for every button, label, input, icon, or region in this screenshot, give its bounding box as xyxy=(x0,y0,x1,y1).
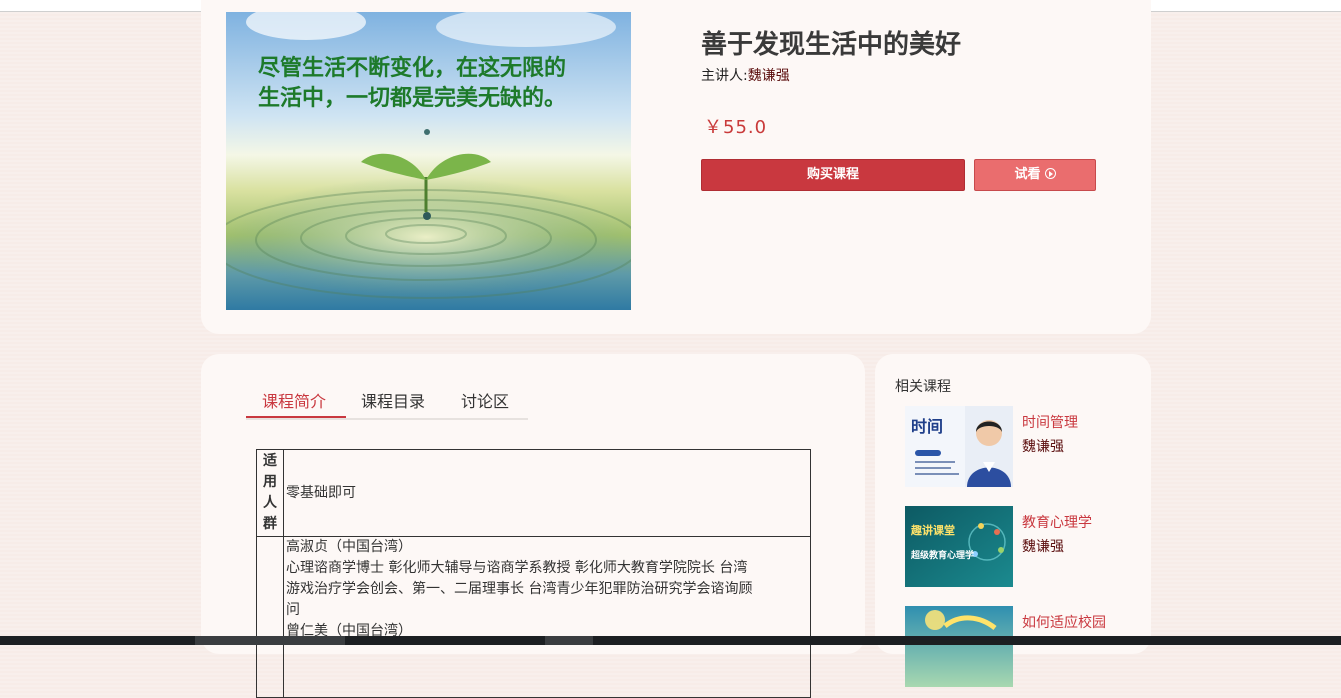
table-row: 高淑贞（中国台湾） 心理谘商学博士 彰化师大辅导与谘商学系教授 彰化师大教育学院… xyxy=(257,537,810,698)
preview-label: 试看 xyxy=(1014,167,1041,182)
related-courses-panel: 相关课程 时间 时间管理 魏谦强 趣讲课堂 超级教育心理学 教育心理学 魏谦强 … xyxy=(875,354,1151,687)
related-course-name[interactable]: 时间管理 xyxy=(1022,412,1078,432)
lecturer-name[interactable]: 魏谦强 xyxy=(748,68,790,84)
audience-header: 适 用 人 群 xyxy=(257,450,284,536)
lecturer-header xyxy=(257,537,284,697)
related-course-lecturer: 魏谦强 xyxy=(1022,539,1064,555)
table-row: 适 用 人 群 零基础即可 xyxy=(257,450,810,537)
audience-content: 零基础即可 xyxy=(286,484,356,501)
course-title: 善于发现生活中的美好 xyxy=(701,30,962,60)
related-course-lecturer: 魏谦强 xyxy=(1022,439,1064,455)
tab-course-intro[interactable]: 课程简介 xyxy=(262,388,326,412)
course-intro-table: 适 用 人 群 零基础即可 高淑贞（中国台湾） 心理谘商学博士 彰化师大辅导与谘… xyxy=(256,449,811,698)
intro-line: 游戏治疗学会创会、第一、二届理事长 台湾青少年犯罪防治研究学会谘询顾 xyxy=(286,581,753,597)
buy-course-label: 购买课程 xyxy=(806,167,859,182)
seedling-water-illustration: 尽管生活不断变化，在这无限的 生活中，一切都是完美无缺的。 xyxy=(226,12,631,310)
intro-line: 心理谘商学博士 彰化师大辅导与谘商学系教授 彰化师大教育学院院长 台湾 xyxy=(286,560,748,576)
active-tab-indicator xyxy=(246,416,346,418)
sky-thumbnail-icon[interactable] xyxy=(905,606,1013,687)
related-courses-title: 相关课程 xyxy=(895,379,951,395)
preview-button[interactable]: 试看 xyxy=(974,159,1096,191)
svg-text:尽管生活不断变化，在这无限的: 尽管生活不断变化，在这无限的 xyxy=(258,55,566,81)
portrait-thumbnail-icon[interactable]: 时间 xyxy=(905,406,1013,487)
play-circle-icon xyxy=(1044,168,1056,179)
lecturer-line: 主讲人:魏谦强 xyxy=(701,65,790,85)
lecturer-label: 主讲人: xyxy=(701,68,748,84)
svg-text:超级教育心理学: 超级教育心理学 xyxy=(910,549,974,561)
course-detail-panel: 课程简介 课程目录 讨论区 适 用 人 群 零基础即可 高淑贞（中国台湾） 心理… xyxy=(201,354,865,698)
taskbar-item[interactable] xyxy=(545,636,593,645)
teal-brain-thumbnail-icon[interactable]: 趣讲课堂 超级教育心理学 xyxy=(905,506,1013,587)
course-price: ￥55.0 xyxy=(704,117,768,138)
tab-course-catalog[interactable]: 课程目录 xyxy=(361,388,425,412)
related-course-item[interactable]: 趣讲课堂 超级教育心理学 教育心理学 魏谦强 xyxy=(905,506,1145,588)
intro-line: 问 xyxy=(286,602,300,618)
tab-discussion[interactable]: 讨论区 xyxy=(461,388,509,412)
related-course-name[interactable]: 教育心理学 xyxy=(1022,512,1092,532)
intro-line: 高淑贞（中国台湾） xyxy=(286,539,412,555)
course-cover-image: 尽管生活不断变化，在这无限的 生活中，一切都是完美无缺的。 xyxy=(226,12,631,310)
course-tabs: 课程简介 课程目录 讨论区 xyxy=(246,382,528,420)
svg-text:趣讲课堂: 趣讲课堂 xyxy=(910,523,955,537)
course-header-panel: 尽管生活不断变化，在这无限的 生活中，一切都是完美无缺的。 善于发现生活中的美好… xyxy=(201,0,1151,334)
svg-text:生活中，一切都是完美无缺的。: 生活中，一切都是完美无缺的。 xyxy=(258,85,566,111)
buy-course-button[interactable]: 购买课程 xyxy=(701,159,965,191)
lecturer-intro-content: 高淑贞（中国台湾） 心理谘商学博士 彰化师大辅导与谘商学系教授 彰化师大教育学院… xyxy=(284,537,810,697)
related-course-item[interactable]: 如何适应校园 xyxy=(905,606,1145,688)
taskbar-item[interactable] xyxy=(195,636,345,645)
related-course-name[interactable]: 如何适应校园 xyxy=(1022,612,1106,632)
svg-text:时间: 时间 xyxy=(911,417,943,436)
related-course-item[interactable]: 时间 时间管理 魏谦强 xyxy=(905,406,1145,488)
